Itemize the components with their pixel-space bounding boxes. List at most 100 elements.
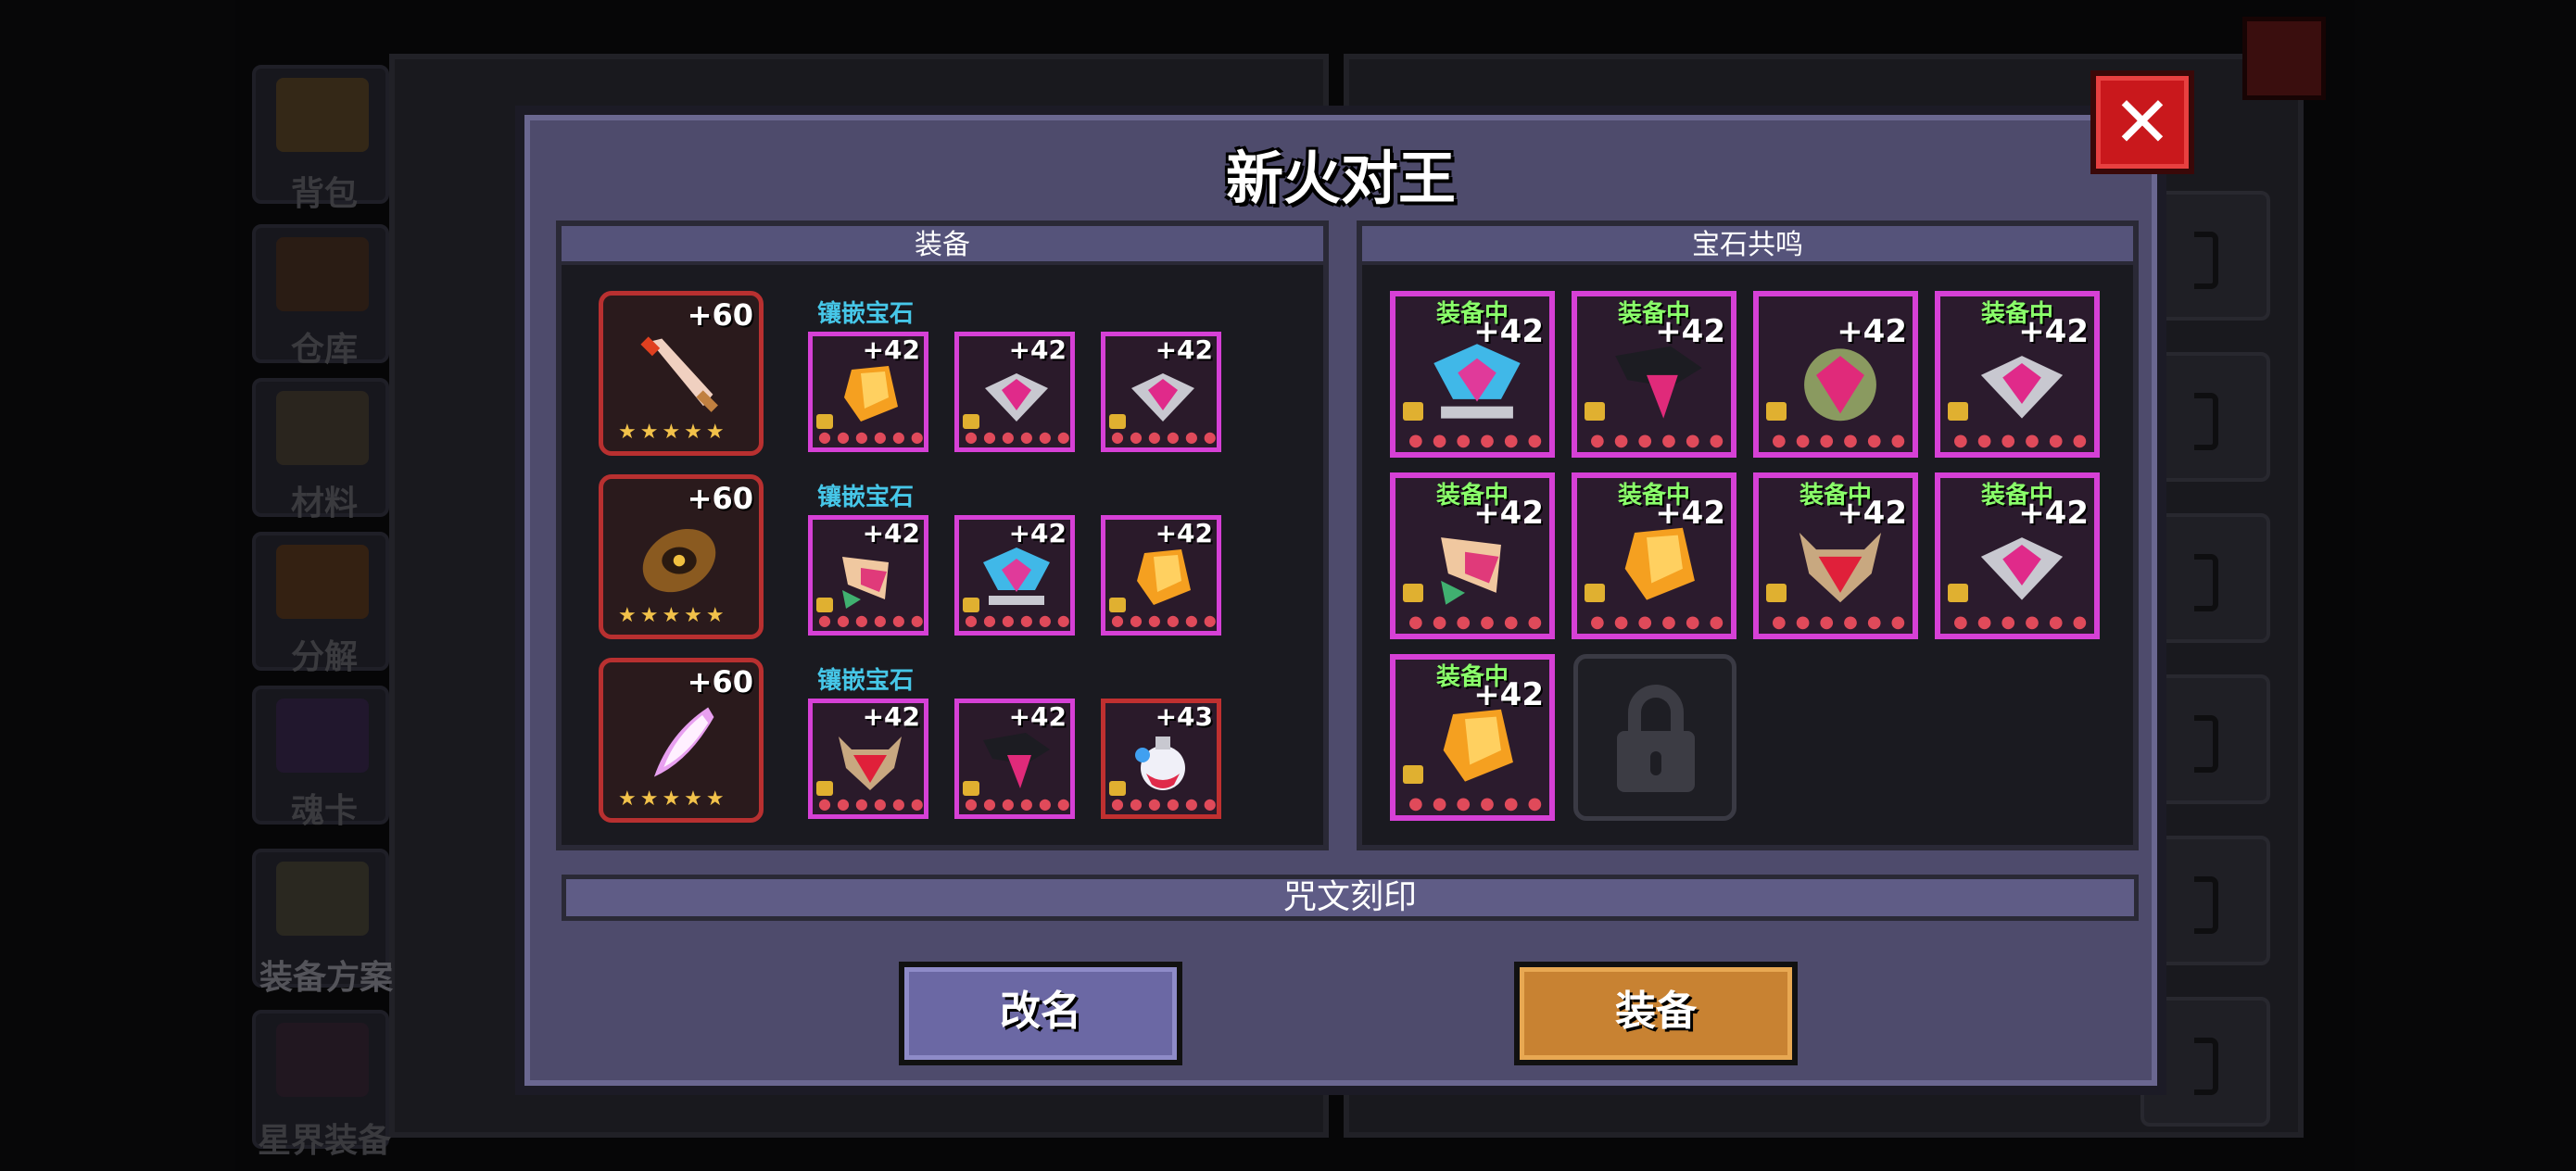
locked-resonance-slot[interactable] <box>1573 654 1736 821</box>
resonance-gem-slot[interactable]: 装备中 +42 ●●●●●● <box>1390 291 1555 458</box>
gem-rank-dots: ●●●●●● <box>1590 431 1734 450</box>
gem-rank-dots: ●●●●●● <box>965 428 1076 446</box>
silver-ruby-gem-icon <box>1131 373 1194 422</box>
gem-rank-dots: ●●●●●● <box>1111 428 1222 446</box>
gem-plus-level: +42 <box>1008 334 1067 365</box>
gem-rank-dots: ●●●●●● <box>1953 612 2097 632</box>
inlaid-gem-slot[interactable]: +42 ●●●●●● <box>954 515 1075 636</box>
dark-ruby-gem-icon <box>983 733 1050 788</box>
gem-rank-dots: ●●●●●● <box>1772 612 1915 632</box>
inlaid-gem-slot[interactable]: +42 ●●●●●● <box>808 699 928 819</box>
close-button[interactable]: ✕ <box>2090 70 2194 174</box>
lock-icon <box>1109 598 1126 612</box>
silver-ruby-gem-icon <box>1980 356 2064 419</box>
potion-gem-icon <box>1135 737 1185 790</box>
gem-plus-level: +42 <box>862 518 920 548</box>
gem-plus-level: +43 <box>1155 701 1213 732</box>
gem-rank-dots: ●●●●●● <box>1408 612 1552 632</box>
lock-icon <box>1766 584 1787 602</box>
inlaid-gem-slot[interactable]: +42 ●●●●●● <box>808 515 928 636</box>
gem-plus-level: +42 <box>2018 495 2089 532</box>
equip-button[interactable]: 装备 <box>1514 962 1798 1065</box>
sidebar-soul-card-label: 魂卡 <box>290 792 358 830</box>
bronze-shield-icon <box>642 528 716 593</box>
gem-rank-dots: ●●●●●● <box>818 611 929 629</box>
equipment-plan-dialog: 新火对王 装备 +60 ★★★★★ 镶嵌宝石 +42 ●●●●●● +42 ●●… <box>515 106 2166 1095</box>
gear-slot-shield[interactable]: +60 ★★★★★ <box>599 474 764 639</box>
resonance-gem-slot[interactable]: 装备中 +42 ●●●●●● <box>1390 654 1555 821</box>
sidebar-gear-plan-label: 装备方案 <box>259 959 393 997</box>
gem-plus-level: +42 <box>1655 495 1725 532</box>
crescent-blade-icon <box>653 707 714 777</box>
lock-icon <box>1403 584 1423 602</box>
lock-icon <box>1109 414 1126 429</box>
astral-gear-icon <box>276 1023 369 1097</box>
amber-banner-gem-icon <box>1137 549 1191 605</box>
inlaid-gem-slot[interactable]: +43 ●●●●●● <box>1101 699 1221 819</box>
gem-plus-level: +42 <box>1473 313 1544 350</box>
gem-plus-level: +42 <box>1008 701 1067 732</box>
lock-icon <box>1109 781 1126 796</box>
lock-icon <box>816 598 833 612</box>
dialog-title: 新火对王 <box>1225 145 1456 212</box>
gem-rank-dots: ●●●●●● <box>965 611 1076 629</box>
lock-icon <box>1948 402 1968 421</box>
amber-banner-gem-icon <box>844 366 898 422</box>
gem-rank-dots: ●●●●●● <box>965 795 1076 812</box>
resonance-gem-slot[interactable]: 装备中 +42 ●●●●●● <box>1935 472 2100 639</box>
sidebar-astral-gear-label: 星界装备 <box>257 1122 391 1160</box>
gem-plus-level: +42 <box>1655 313 1725 350</box>
serpent-ruby-gem-icon <box>1804 348 1876 422</box>
gear-plus-level: +60 <box>687 664 753 699</box>
pink-wing-gem-icon <box>1441 537 1501 605</box>
sidebar-storage-label: 仓库 <box>290 331 358 369</box>
lock-icon <box>816 781 833 796</box>
amber-banner-gem-icon <box>1443 709 1513 782</box>
gear-plus-level: +60 <box>687 481 753 516</box>
inlay-gem-label: 镶嵌宝石 <box>817 300 915 328</box>
gem-rank-dots: ●●●●●● <box>818 795 929 812</box>
gem-rank-dots: ●●●●●● <box>818 428 929 446</box>
horned-ruby-gem-icon <box>1799 532 1882 603</box>
gear-stars: ★★★★★ <box>618 604 728 627</box>
gem-resonance-header: 宝石共鸣 <box>1362 226 2133 265</box>
gem-plus-level: +42 <box>1837 313 1907 350</box>
resonance-gem-slot[interactable]: 装备中 +42 ●●●●●● <box>1390 472 1555 639</box>
gear-slot-weapon[interactable]: +60 ★★★★★ <box>599 291 764 456</box>
resonance-gem-slot[interactable]: 装备中 +42 ●●●●●● <box>1572 472 1736 639</box>
gear-slot-blade[interactable]: +60 ★★★★★ <box>599 658 764 823</box>
lock-icon <box>963 781 979 796</box>
resonance-gem-slot[interactable]: 装备中 +42 ●●●●●● <box>1935 291 2100 458</box>
gem-resonance-section: 宝石共鸣 装备中 +42 ●●●●●● 装备中 +42 ●●●●●● +42 ●… <box>1357 220 2139 850</box>
silver-ruby-gem-icon <box>1980 537 2064 600</box>
gem-plus-level: +42 <box>1008 518 1067 548</box>
gem-plus-level: +42 <box>862 701 920 732</box>
inlaid-gem-slot[interactable]: +42 ●●●●●● <box>808 332 928 452</box>
inlay-gem-label: 镶嵌宝石 <box>817 667 915 695</box>
pink-wing-gem-icon <box>842 557 889 609</box>
bg-close-button[interactable] <box>2242 17 2326 100</box>
gem-rank-dots: ●●●●●● <box>1111 795 1222 812</box>
gem-rank-dots: ●●●●●● <box>1111 611 1222 629</box>
inlaid-gem-slot[interactable]: +42 ●●●●●● <box>954 699 1075 819</box>
inlaid-gem-slot[interactable]: +42 ●●●●●● <box>954 332 1075 452</box>
rune-engraving-bar[interactable]: 咒文刻印 <box>562 875 2139 921</box>
dark-ruby-gem-icon <box>1615 346 1702 419</box>
resonance-gem-slot[interactable]: 装备中 +42 ●●●●●● <box>1572 291 1736 458</box>
ice-crystal-gem-icon <box>983 548 1050 605</box>
inlaid-gem-slot[interactable]: +42 ●●●●●● <box>1101 332 1221 452</box>
ice-crystal-gem-icon <box>1433 344 1521 419</box>
gear-stars: ★★★★★ <box>618 787 728 811</box>
inlaid-gem-slot[interactable]: +42 ●●●●●● <box>1101 515 1221 636</box>
resonance-gem-slot[interactable]: +42 ●●●●●● <box>1753 291 1918 458</box>
resonance-gem-slot[interactable]: 装备中 +42 ●●●●●● <box>1753 472 1918 639</box>
equipment-section: 装备 +60 ★★★★★ 镶嵌宝石 +42 ●●●●●● +42 ●●●●●● … <box>556 220 1329 850</box>
lock-icon <box>1403 402 1423 421</box>
rename-button[interactable]: 改名 <box>899 962 1182 1065</box>
dismantle-icon <box>276 545 369 619</box>
silver-ruby-gem-icon <box>985 373 1048 422</box>
inlay-gem-label: 镶嵌宝石 <box>817 484 915 511</box>
materials-icon <box>276 391 369 465</box>
lock-icon <box>1585 584 1605 602</box>
gear-plan-icon <box>276 862 369 936</box>
